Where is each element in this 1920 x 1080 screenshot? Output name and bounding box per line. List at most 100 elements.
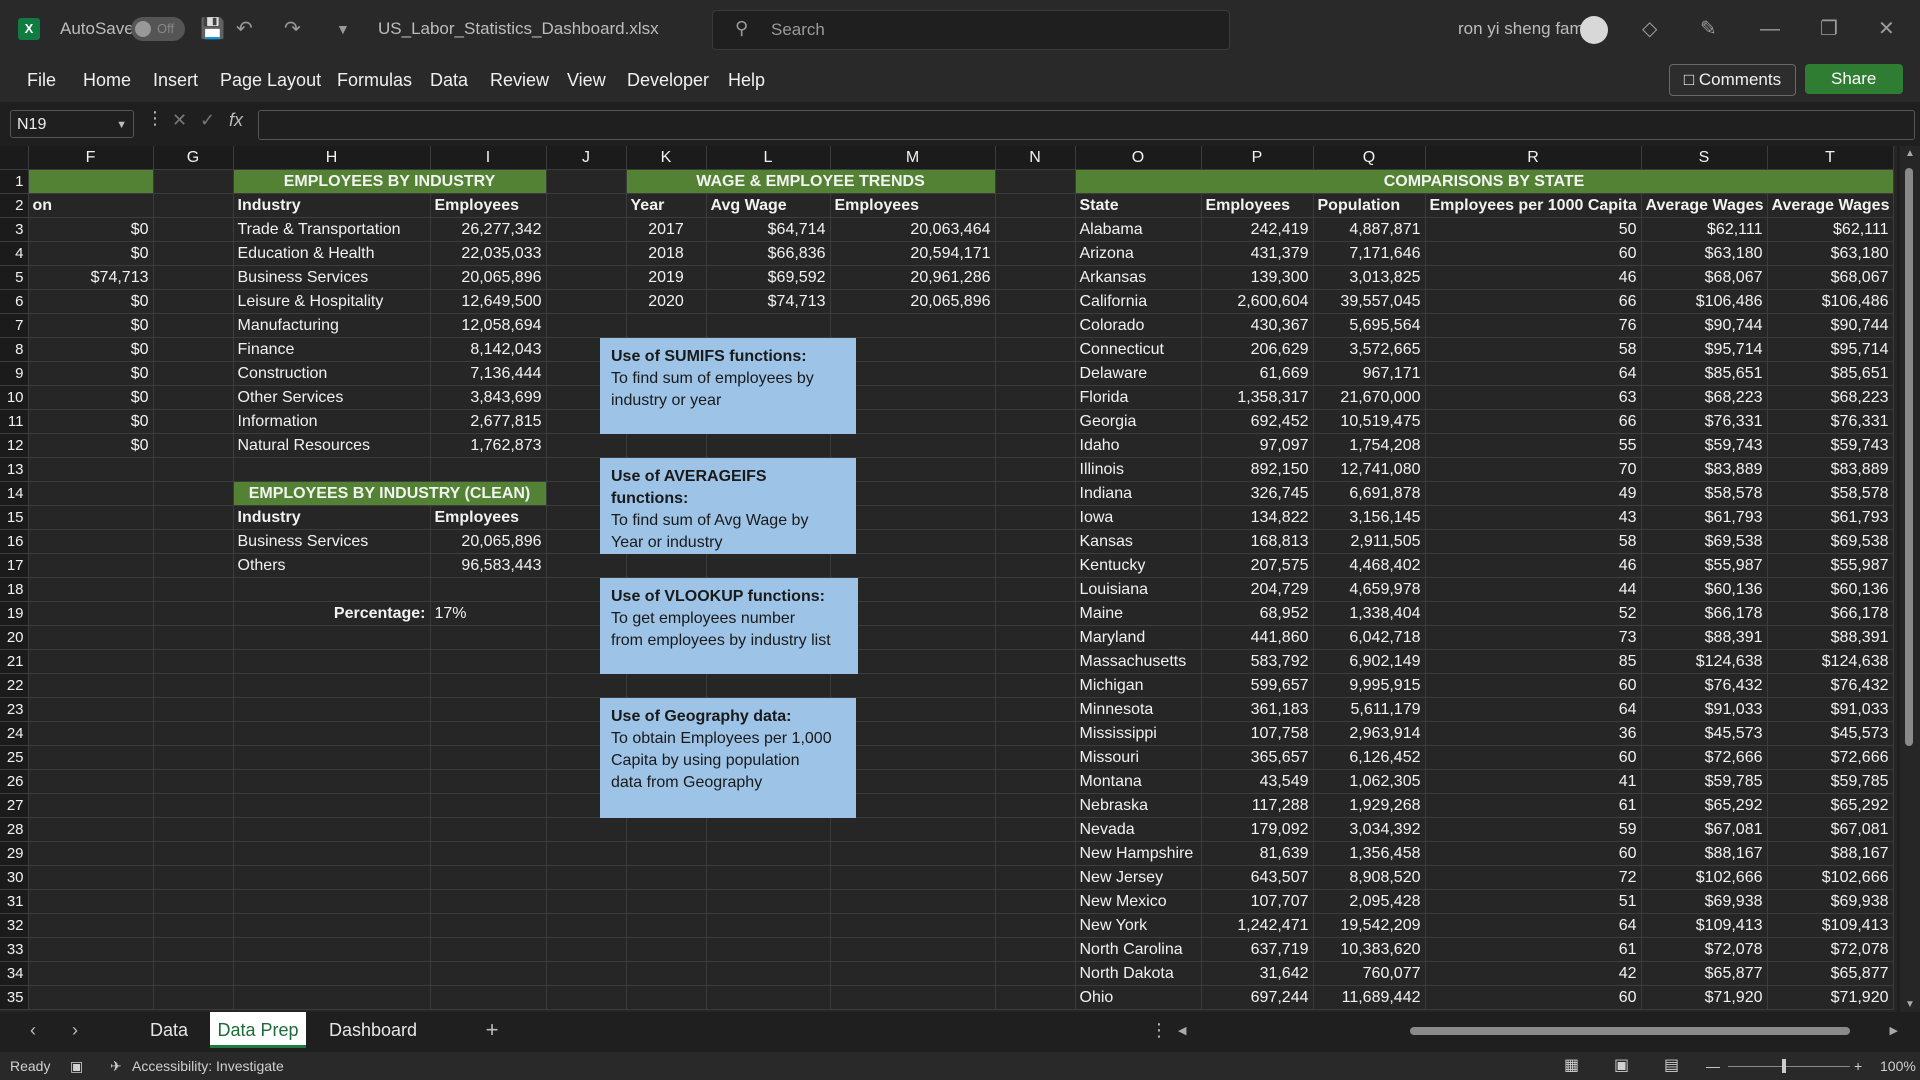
row-header[interactable]: 15	[0, 505, 29, 530]
cell-o16[interactable]: Kansas	[1075, 529, 1202, 554]
cancel-icon[interactable]: ✕	[172, 110, 187, 131]
cell-g34[interactable]	[153, 961, 234, 986]
cell-j2[interactable]	[546, 193, 627, 218]
row-header[interactable]: 32	[0, 913, 29, 938]
cell-t32[interactable]: $109,413	[1767, 913, 1894, 938]
cell-f21[interactable]	[28, 649, 154, 674]
cell-q29[interactable]: 1,356,458	[1313, 841, 1426, 866]
cell-g13[interactable]	[153, 457, 234, 482]
cell-r23[interactable]: 64	[1425, 697, 1642, 722]
cell-g31[interactable]	[153, 889, 234, 914]
cell-t13[interactable]: $83,889	[1767, 457, 1894, 482]
cell-i27[interactable]	[430, 793, 547, 818]
cell-p24[interactable]: 107,758	[1201, 721, 1314, 746]
page-layout-view-icon[interactable]: ▣	[1614, 1052, 1629, 1080]
cell-m22[interactable]	[830, 673, 996, 698]
cell-t33[interactable]: $72,078	[1767, 937, 1894, 962]
cell-n25[interactable]	[995, 745, 1076, 770]
cell-f9[interactable]: $0	[28, 361, 154, 386]
cell-n35[interactable]	[995, 985, 1076, 1010]
more-icon[interactable]: ⋮	[146, 108, 164, 129]
cell-i23[interactable]	[430, 697, 547, 722]
row-header[interactable]: 23	[0, 697, 29, 722]
cell-f14[interactable]	[28, 481, 154, 506]
cell-s29[interactable]: $88,167	[1641, 841, 1768, 866]
cell-n14[interactable]	[995, 481, 1076, 506]
cell-r5[interactable]: 46	[1425, 265, 1642, 290]
cell-o5[interactable]: Arkansas	[1075, 265, 1202, 290]
cell-t14[interactable]: $58,578	[1767, 481, 1894, 506]
cell-f18[interactable]	[28, 577, 154, 602]
menu-review[interactable]: Review	[490, 58, 549, 102]
row-header[interactable]: 20	[0, 625, 29, 650]
cell-k33[interactable]	[626, 937, 707, 962]
cell-r35[interactable]: 60	[1425, 985, 1642, 1010]
cell-r12[interactable]: 55	[1425, 433, 1642, 458]
cell-q28[interactable]: 3,034,392	[1313, 817, 1426, 842]
cell-p23[interactable]: 361,183	[1201, 697, 1314, 722]
cell-n4[interactable]	[995, 241, 1076, 266]
cell-l4[interactable]: $66,836	[706, 241, 831, 266]
cell-t29[interactable]: $88,167	[1767, 841, 1894, 866]
cell-h27[interactable]	[233, 793, 431, 818]
cell-g16[interactable]	[153, 529, 234, 554]
cell-i12[interactable]: 1,762,873	[430, 433, 547, 458]
cell-i6[interactable]: 12,649,500	[430, 289, 547, 314]
cell-g25[interactable]	[153, 745, 234, 770]
cell-n28[interactable]	[995, 817, 1076, 842]
column-header-p[interactable]: P	[1201, 146, 1314, 170]
cell-q32[interactable]: 19,542,209	[1313, 913, 1426, 938]
cell-h33[interactable]	[233, 937, 431, 962]
cell-g12[interactable]	[153, 433, 234, 458]
cell-l6[interactable]: $74,713	[706, 289, 831, 314]
cell-h5[interactable]: Business Services	[233, 265, 431, 290]
cell-p12[interactable]: 97,097	[1201, 433, 1314, 458]
scroll-up-icon[interactable]: ▲	[1905, 148, 1915, 159]
row-header[interactable]: 29	[0, 841, 29, 866]
cell-q16[interactable]: 2,911,505	[1313, 529, 1426, 554]
file-name[interactable]: US_Labor_Statistics_Dashboard.xlsx	[378, 0, 659, 58]
cell-f32[interactable]	[28, 913, 154, 938]
cell-n1[interactable]	[995, 169, 1076, 194]
cell-n31[interactable]	[995, 889, 1076, 914]
cell-h17[interactable]: Others	[233, 553, 431, 578]
menu-view[interactable]: View	[567, 58, 606, 102]
note-box-1[interactable]: Use of SUMIFS functions: To find sum of e…	[600, 338, 856, 434]
cell-p20[interactable]: 441,860	[1201, 625, 1314, 650]
customize-toolbar-icon[interactable]: ▼	[336, 0, 350, 58]
cell-f7[interactable]: $0	[28, 313, 154, 338]
cell-h13[interactable]	[233, 457, 431, 482]
row-header[interactable]: 17	[0, 553, 29, 578]
cell-n8[interactable]	[995, 337, 1076, 362]
cell-j31[interactable]	[546, 889, 627, 914]
cell-g10[interactable]	[153, 385, 234, 410]
row-header[interactable]: 35	[0, 985, 29, 1010]
cell-h18[interactable]	[233, 577, 431, 602]
cell-m34[interactable]	[830, 961, 996, 986]
column-header-o[interactable]: O	[1075, 146, 1202, 170]
cell-l32[interactable]	[706, 913, 831, 938]
cell-n32[interactable]	[995, 913, 1076, 938]
cell-j35[interactable]	[546, 985, 627, 1010]
worksheet-grid[interactable]: F G H I J K L M N O P Q R S T 1 EMPLOYEES BY INDUSTRY WAG…	[0, 146, 1897, 1012]
menu-file[interactable]: File	[27, 58, 56, 102]
cell-o10[interactable]: Florida	[1075, 385, 1202, 410]
cell-q6[interactable]: 39,557,045	[1313, 289, 1426, 314]
row-header[interactable]: 5	[0, 265, 29, 290]
cell-p10[interactable]: 1,358,317	[1201, 385, 1314, 410]
cell-r17[interactable]: 46	[1425, 553, 1642, 578]
cell-o26[interactable]: Montana	[1075, 769, 1202, 794]
cell-q23[interactable]: 5,611,179	[1313, 697, 1426, 722]
cell-h19[interactable]: Percentage:	[233, 601, 431, 626]
cell-o20[interactable]: Maryland	[1075, 625, 1202, 650]
cell-p28[interactable]: 179,092	[1201, 817, 1314, 842]
cell-m33[interactable]	[830, 937, 996, 962]
cell-q17[interactable]: 4,468,402	[1313, 553, 1426, 578]
cell-t12[interactable]: $59,743	[1767, 433, 1894, 458]
cell-i34[interactable]	[430, 961, 547, 986]
cell-n23[interactable]	[995, 697, 1076, 722]
zoom-level[interactable]: 100%	[1880, 1052, 1916, 1080]
cell-r19[interactable]: 52	[1425, 601, 1642, 626]
accessibility-status[interactable]: Accessibility: Investigate	[132, 1052, 284, 1080]
sheet-tab-data-prep[interactable]: Data Prep	[210, 1012, 306, 1048]
